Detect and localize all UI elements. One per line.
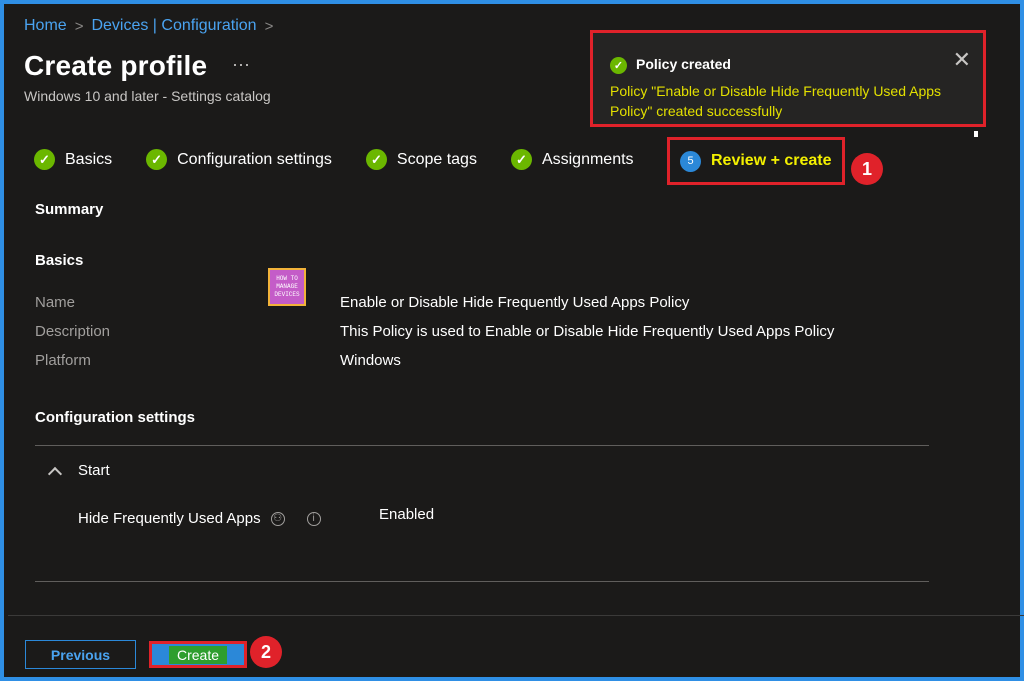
description-value: This Policy is used to Enable or Disable… xyxy=(340,323,835,340)
step-complete-icon: ✓ xyxy=(34,149,55,170)
scroll-marker xyxy=(974,131,978,137)
config-settings-heading: Configuration settings xyxy=(35,409,195,426)
create-button[interactable]: Create xyxy=(149,641,247,668)
close-icon[interactable]: ✕ xyxy=(953,49,971,71)
step-complete-icon: ✓ xyxy=(510,149,532,170)
watermark-logo: HOW TO MANAGE DEVICES xyxy=(268,268,306,306)
tab-configuration-settings[interactable]: ✓ Configuration settings xyxy=(146,149,332,170)
step-number-icon: 5 xyxy=(680,150,701,172)
step-complete-icon: ✓ xyxy=(146,149,168,170)
category-label: Start xyxy=(78,462,110,479)
more-options-icon[interactable]: ··· xyxy=(232,54,250,75)
callout-badge-1: 1 xyxy=(851,153,883,185)
setting-value: Enabled xyxy=(379,506,435,523)
page-title: Create profile xyxy=(24,50,208,81)
divider xyxy=(35,445,929,446)
divider xyxy=(35,581,929,582)
previous-button[interactable]: Previous xyxy=(25,640,136,669)
toast-message: Policy "Enable or Disable Hide Frequentl… xyxy=(610,83,942,119)
tab-review-create[interactable]: 5 Review + create xyxy=(667,137,845,185)
setting-name: Hide Frequently Used Apps xyxy=(78,510,261,527)
chevron-up-icon xyxy=(47,466,63,481)
description-label: Description xyxy=(35,323,111,340)
step-label: Configuration settings xyxy=(177,150,332,168)
platform-label: Platform xyxy=(35,352,91,369)
tab-basics[interactable]: ✓ Basics xyxy=(34,149,112,170)
breadcrumb-home[interactable]: Home xyxy=(24,17,67,35)
basics-heading: Basics xyxy=(35,252,84,269)
window-frame: Home > Devices | Configuration > Create … xyxy=(0,0,1024,681)
breadcrumb: Home > Devices | Configuration > xyxy=(24,17,273,35)
callout-badge-2: 2 xyxy=(250,636,282,668)
notification-toast: ✓ Policy created ✕ Policy "Enable or Dis… xyxy=(590,30,986,127)
name-value: Enable or Disable Hide Frequently Used A… xyxy=(340,294,690,311)
success-check-icon: ✓ xyxy=(610,57,627,74)
user-scope-icon: ⚇ xyxy=(270,511,285,526)
wizard-steps: ✓ Basics ✓ Configuration settings ✓ Scop… xyxy=(34,149,668,170)
step-label: Assignments xyxy=(541,150,634,168)
toast-title: Policy created xyxy=(636,56,731,72)
step-label: Scope tags xyxy=(396,150,477,168)
name-label: Name xyxy=(35,294,76,311)
create-button-label: Create xyxy=(168,645,228,664)
tab-assignments[interactable]: ✓ Assignments xyxy=(510,149,634,170)
platform-value: Windows xyxy=(340,352,401,369)
chevron-right-icon: > xyxy=(264,17,274,35)
category-start-toggle[interactable]: Start xyxy=(47,462,110,481)
chevron-right-icon: > xyxy=(74,17,84,35)
summary-heading: Summary xyxy=(35,201,104,218)
step-complete-icon: ✓ xyxy=(365,149,387,170)
tab-scope-tags[interactable]: ✓ Scope tags xyxy=(365,149,477,170)
step-label: Basics xyxy=(65,150,113,168)
step-label: Review + create xyxy=(711,152,832,169)
page-subtitle: Windows 10 and later - Settings catalog xyxy=(24,88,271,104)
info-icon[interactable]: i xyxy=(306,511,321,526)
breadcrumb-devices[interactable]: Devices | Configuration xyxy=(91,17,256,35)
footer-divider xyxy=(8,615,1024,616)
setting-row: Hide Frequently Used Apps ⚇ i xyxy=(78,510,321,527)
